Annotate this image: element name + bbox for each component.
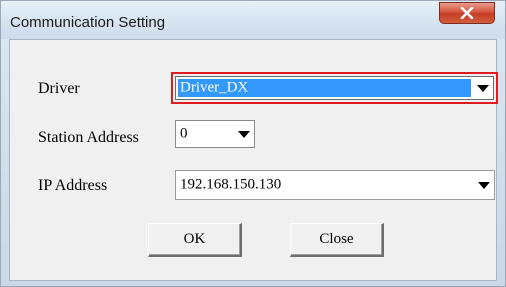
station-address-value: 0 (180, 125, 188, 142)
communication-setting-dialog: Communication Setting Driver Station Add… (0, 0, 506, 287)
driver-select[interactable]: Driver_DX (175, 76, 494, 100)
close-button[interactable]: Close (290, 223, 384, 257)
window-close-button[interactable] (439, 2, 495, 24)
station-address-label: Station Address (38, 129, 139, 146)
driver-highlight-box: Driver_DX (171, 72, 498, 104)
driver-label: Driver (38, 80, 80, 97)
title-bar: Communication Setting (1, 1, 505, 39)
driver-value: Driver_DX (180, 79, 249, 96)
dialog-title: Communication Setting (10, 14, 166, 31)
ip-address-select[interactable]: 192.168.150.130 (175, 170, 495, 200)
ok-button[interactable]: OK (148, 223, 242, 257)
chevron-down-icon[interactable] (234, 121, 254, 147)
station-address-select[interactable]: 0 (175, 120, 255, 148)
chevron-down-icon[interactable] (474, 171, 494, 199)
close-x-icon (460, 7, 474, 19)
chevron-down-icon[interactable] (473, 77, 493, 99)
ip-address-label: IP Address (38, 177, 108, 194)
ip-address-value: 192.168.150.130 (180, 176, 282, 193)
